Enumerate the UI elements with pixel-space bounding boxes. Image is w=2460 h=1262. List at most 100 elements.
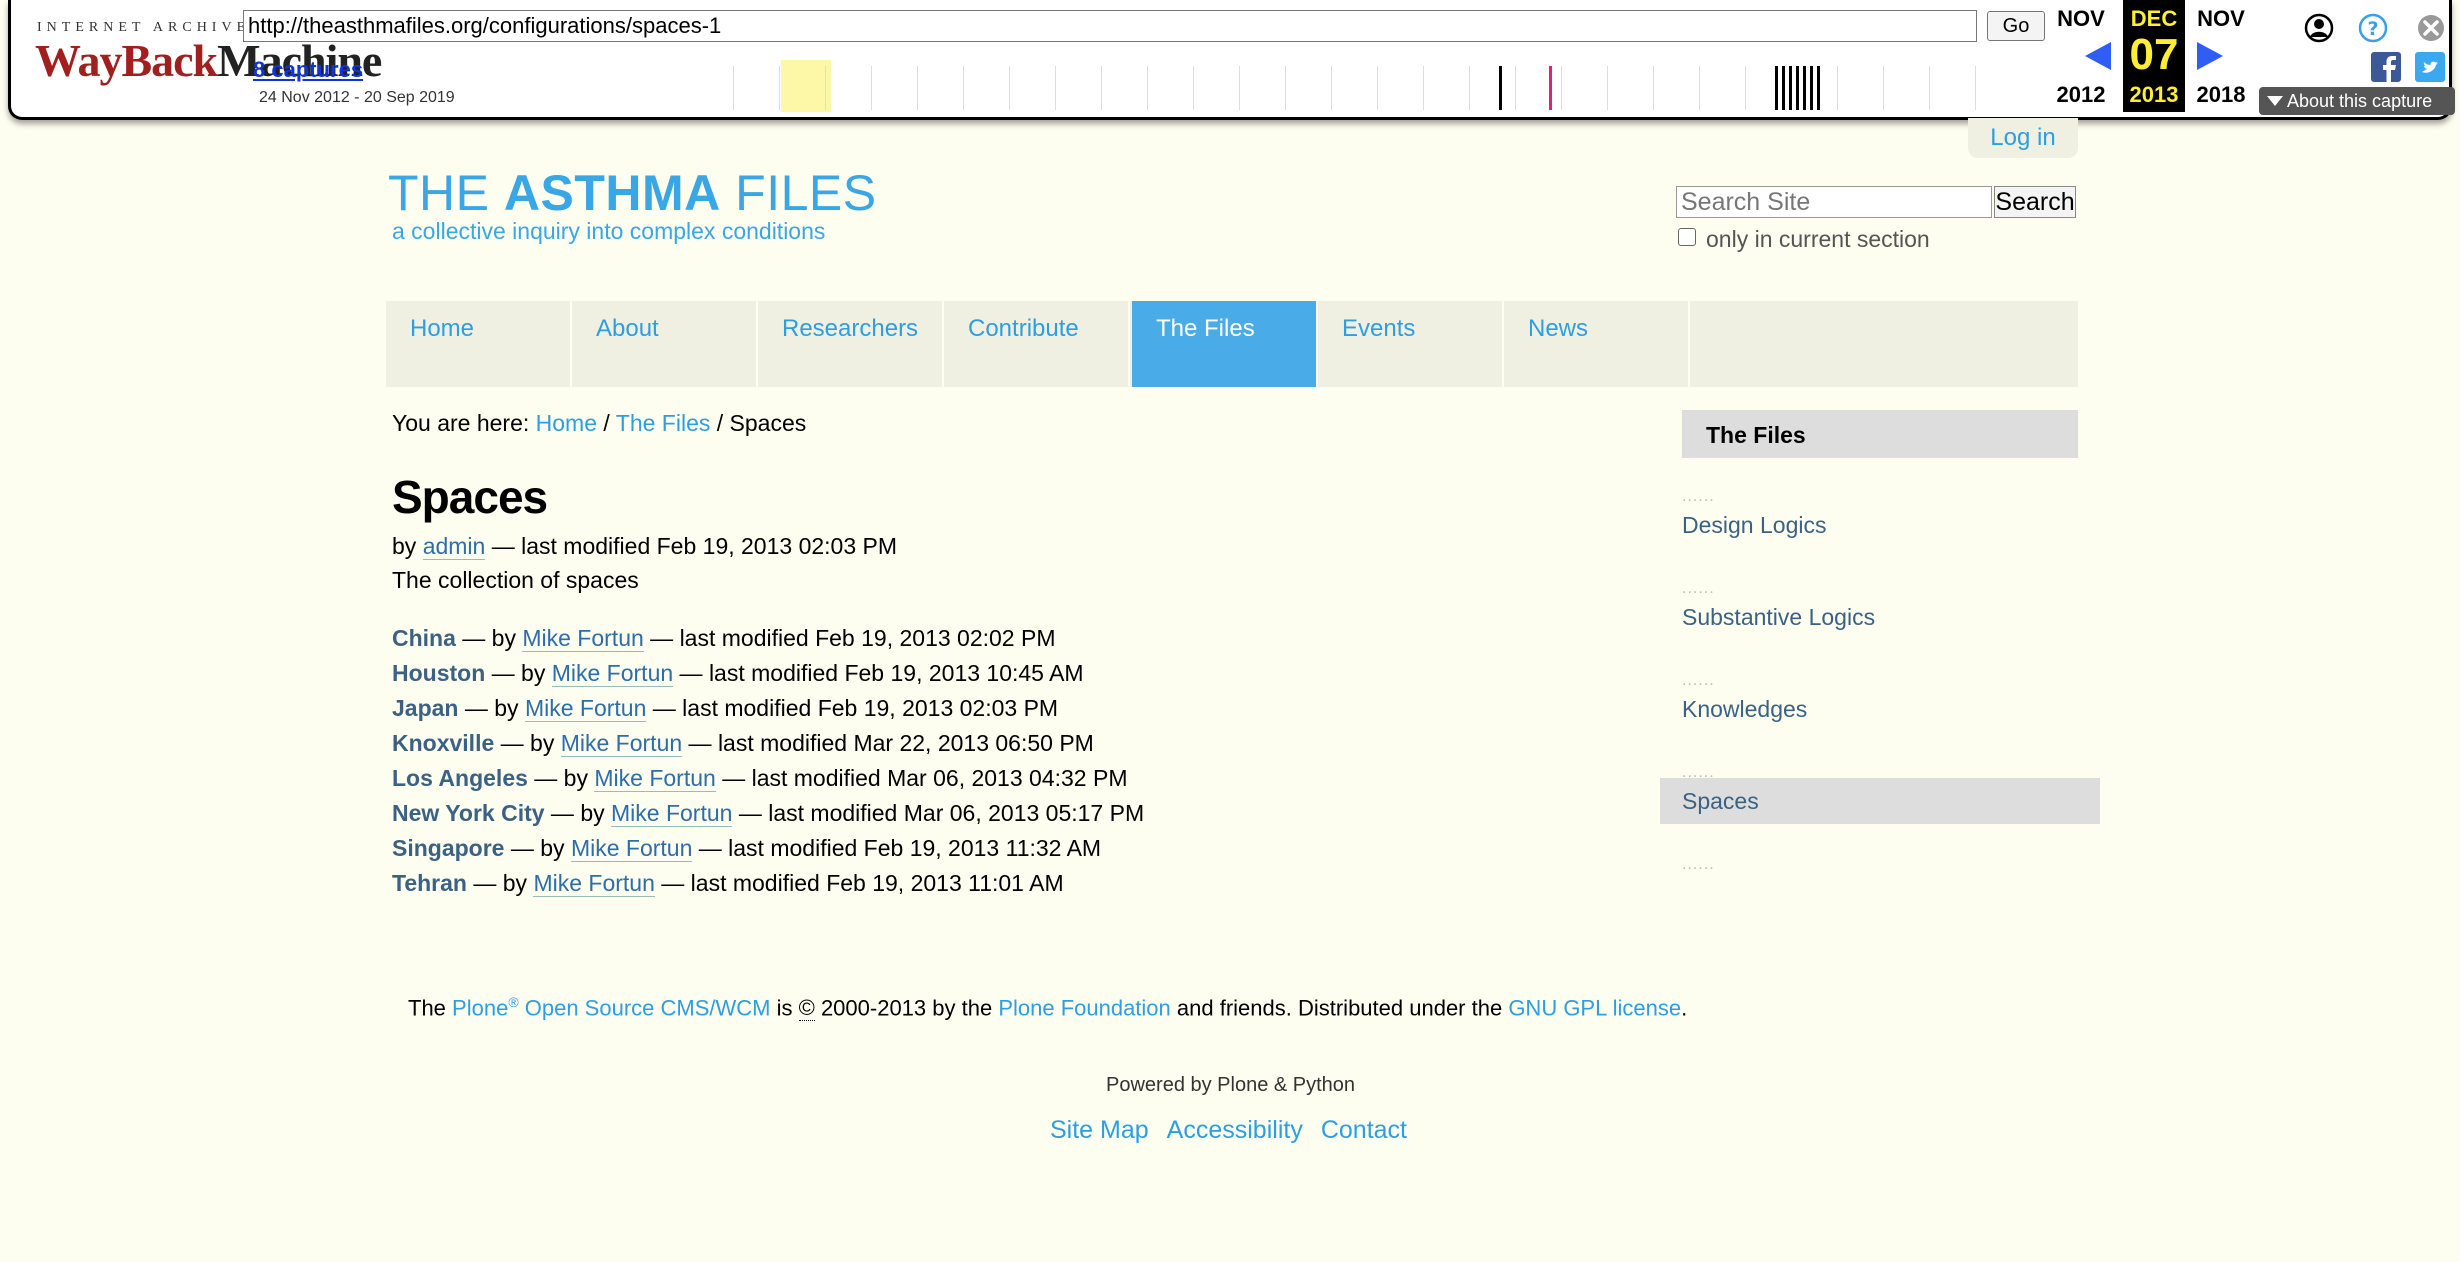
sparkline-year-divider [1055, 66, 1056, 110]
sparkline-year-divider [1745, 66, 1746, 110]
sparkline-capture-mark[interactable] [1810, 66, 1813, 110]
nav-item-contribute[interactable]: Contribute [944, 301, 1130, 387]
site-map-link[interactable]: Site Map [1050, 1116, 1149, 1144]
facebook-icon[interactable] [2371, 52, 2401, 82]
listing-item-title[interactable]: Knoxville [392, 730, 494, 756]
current-year: 2013 [2129, 82, 2179, 107]
listing-author-link[interactable]: Mike Fortun [570, 835, 693, 862]
close-icon[interactable] [2415, 12, 2447, 44]
login-link[interactable]: Log in [1968, 118, 2078, 158]
search-input[interactable]: Search Site [1676, 186, 1992, 218]
current-month: DEC [2130, 6, 2178, 31]
wayback-go-button[interactable]: Go [1987, 11, 2045, 41]
listing-author-link[interactable]: Mike Fortun [551, 660, 674, 687]
footer-dot: . [1681, 995, 1688, 1021]
nav-item-about[interactable]: About [572, 301, 758, 387]
breadcrumb-prefix: You are here: [392, 410, 536, 436]
listing-author-link[interactable]: Mike Fortun [533, 870, 655, 897]
listing-item-title[interactable]: China [392, 625, 456, 651]
sparkline-capture-mark[interactable] [1817, 66, 1820, 110]
author-link[interactable]: admin [422, 533, 486, 560]
nav-item-home[interactable]: Home [386, 301, 572, 387]
user-account-icon[interactable] [2303, 12, 2335, 44]
wayback-logo-top: INTERNET ARCHIVE [37, 20, 251, 35]
sparkline-year-divider [1101, 66, 1102, 110]
listing-modified-date: Mar 06, 2013 05:17 PM [903, 800, 1145, 826]
site-actions: Site Map Accessibility Contact [1050, 1116, 1425, 1145]
sparkline-year-divider [1837, 66, 1838, 110]
only-current-section-checkbox[interactable] [1678, 228, 1696, 246]
next-month[interactable]: NOV [2191, 6, 2251, 32]
site-logo[interactable]: THE ASTHMA FILES [388, 164, 877, 222]
portlet-header[interactable]: The Files [1682, 410, 2078, 458]
portlet-item-spaces[interactable]: Spaces [1682, 788, 1759, 815]
listing-item-title[interactable]: Tehran [392, 870, 467, 896]
sparkline-capture-mark[interactable] [1803, 66, 1806, 110]
listing-row: Houston — by Mike Fortun — last modified… [392, 660, 1084, 687]
next-capture-arrow-icon[interactable] [2197, 42, 2223, 70]
listing-row: New York City — by Mike Fortun — last mo… [392, 800, 1144, 827]
listing-by: — by [494, 730, 561, 756]
listing-author-link[interactable]: Mike Fortun [524, 695, 647, 722]
dropdown-triangle-icon [2267, 96, 2283, 106]
listing-by: — by [466, 870, 534, 896]
listing-modified-prefix: — last modified [654, 870, 827, 896]
listing-item-title[interactable]: New York City [392, 800, 545, 826]
site-tagline: a collective inquiry into complex condit… [392, 218, 826, 244]
listing-item-title[interactable]: Los Angeles [392, 765, 528, 791]
breadcrumb-the-files[interactable]: The Files [616, 410, 711, 436]
portlet-item-design-logics[interactable]: Design Logics [1682, 512, 1826, 539]
breadcrumb-home[interactable]: Home [536, 410, 597, 436]
listing-modified-date: Feb 19, 2013 02:02 PM [815, 625, 1056, 651]
listing-author-link[interactable]: Mike Fortun [594, 765, 716, 792]
listing-by: — by [527, 765, 595, 791]
nav-item-news[interactable]: News [1504, 301, 1690, 387]
captures-link[interactable]: 8 captures [253, 57, 363, 83]
sparkline-capture-mark[interactable] [1796, 66, 1799, 110]
page-description: The collection of spaces [392, 567, 639, 593]
listing-author-link[interactable]: Mike Fortun [522, 625, 644, 652]
prev-month[interactable]: NOV [2051, 6, 2111, 32]
listing-author-link[interactable]: Mike Fortun [611, 800, 733, 827]
footer-license-link[interactable]: GNU GPL license [1508, 995, 1681, 1020]
prev-year[interactable]: 2012 [2047, 82, 2115, 108]
sparkline-capture-mark[interactable] [1775, 66, 1778, 110]
portlet-separator: ...... [1682, 580, 1715, 597]
page-title: Spaces [392, 471, 548, 523]
listing-author-link[interactable]: Mike Fortun [560, 730, 683, 757]
listing-item-title[interactable]: Singapore [392, 835, 504, 861]
help-icon[interactable]: ? [2357, 12, 2389, 44]
wayback-url-input[interactable]: http://theasthmafiles.org/configurations… [243, 10, 1977, 42]
sparkline-capture-mark[interactable] [1549, 66, 1552, 110]
twitter-icon[interactable] [2415, 52, 2445, 82]
portlet-separator: ...... [1682, 488, 1715, 505]
sparkline-year-divider [1239, 66, 1240, 110]
about-capture-label: About this capture [2287, 91, 2433, 111]
nav-item-researchers[interactable]: Researchers [758, 301, 944, 387]
portlet-item-knowledges[interactable]: Knowledges [1682, 696, 1807, 723]
about-capture-button[interactable]: About this capture [2259, 87, 2455, 115]
sparkline-year-divider [963, 66, 964, 110]
nav-item-events[interactable]: Events [1318, 301, 1504, 387]
footer-cms-link[interactable]: Open Source CMS/WCM [519, 995, 771, 1020]
accessibility-link[interactable]: Accessibility [1167, 1116, 1303, 1144]
sparkline-capture-mark[interactable] [1782, 66, 1785, 110]
breadcrumb: You are here: Home / The Files / Spaces [392, 410, 806, 437]
capture-sparkline[interactable] [733, 60, 2043, 112]
search-button[interactable]: Search [1994, 186, 2076, 218]
byline-modified: — last modified Feb 19, 2013 02:03 PM [485, 533, 898, 559]
prev-capture-arrow-icon[interactable] [2085, 42, 2111, 70]
footer-is: is [770, 995, 799, 1021]
sparkline-capture-mark[interactable] [1789, 66, 1792, 110]
portlet-item-substantive-logics[interactable]: Substantive Logics [1682, 604, 1875, 631]
listing-modified-prefix: — last modified [643, 625, 816, 651]
contact-link[interactable]: Contact [1321, 1116, 1407, 1144]
nav-item-the-files[interactable]: The Files [1132, 301, 1318, 387]
listing-item-title[interactable]: Houston [392, 660, 485, 686]
footer-plone-link[interactable]: Plone [452, 995, 508, 1020]
listing-item-title[interactable]: Japan [392, 695, 458, 721]
sparkline-capture-mark[interactable] [1499, 66, 1502, 110]
footer-foundation-link[interactable]: Plone Foundation [998, 995, 1170, 1020]
wayback-toolbar: INTERNET ARCHIVE WayBackMachine http://t… [8, 0, 2455, 120]
next-year[interactable]: 2018 [2187, 82, 2255, 108]
